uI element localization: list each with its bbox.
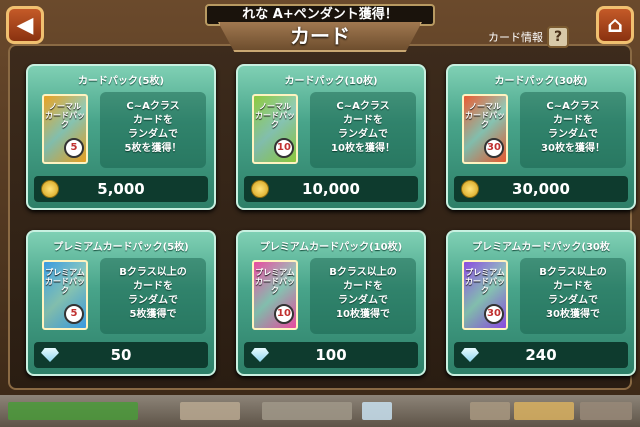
pack-count-badge: 30	[484, 304, 504, 324]
card-pack-item[interactable]: カードパック(30枚) ノーマル カードパック 30 C~Aクラス カードを ラ…	[446, 64, 636, 210]
price-value: 30,000	[512, 180, 570, 198]
buy-button[interactable]: 100	[244, 342, 418, 368]
card-pack-icon: ノーマル カードパック 5	[42, 94, 88, 164]
card-pack-name: プレミアムカードパック(5枚)	[53, 242, 189, 253]
card-pack-icon: ノーマル カードパック 10	[252, 94, 298, 164]
blurred-region	[362, 402, 392, 420]
pack-label: ノーマル カードパック	[45, 102, 85, 129]
back-button[interactable]: ◀	[6, 6, 44, 44]
card-pack-name: カードパック(10枚)	[284, 76, 378, 87]
card-pack-icon: プレミアム カードパック 10	[252, 260, 298, 330]
blurred-region	[580, 402, 632, 420]
card-info-button[interactable]: カード情報 ?	[488, 26, 569, 48]
blurred-region	[470, 402, 510, 420]
buy-button[interactable]: 50	[34, 342, 208, 368]
pack-count-badge: 10	[274, 138, 294, 158]
card-pack-name: プレミアムカードパック(30枚	[472, 242, 610, 253]
price-value: 50	[110, 346, 132, 364]
gold-coin-icon	[251, 180, 269, 198]
back-arrow-icon: ◀	[16, 12, 34, 38]
card-pack-item[interactable]: カードパック(5枚) ノーマル カードパック 5 C~Aクラス カードを ランダ…	[26, 64, 216, 210]
card-pack-item[interactable]: プレミアムカードパック(10枚) プレミアム カードパック 10 Bクラス以上の…	[236, 230, 426, 376]
blurred-region	[514, 402, 574, 420]
price-value: 240	[525, 346, 557, 364]
blurred-region	[8, 402, 138, 420]
pack-label: ノーマル カードパック	[465, 102, 505, 129]
pack-count-badge: 5	[64, 304, 84, 324]
card-pack-item[interactable]: プレミアムカードパック(5枚) プレミアム カードパック 5 Bクラス以上の カ…	[26, 230, 216, 376]
card-pack-description: Bクラス以上の カードを ランダムで 10枚獲得で	[310, 258, 416, 334]
card-pack-icon: プレミアム カードパック 5	[42, 260, 88, 330]
card-pack-description: C~Aクラス カードを ランダムで 5枚を獲得！	[100, 92, 206, 168]
pack-label: プレミアム カードパック	[45, 268, 85, 295]
buy-button[interactable]: 30,000	[454, 176, 628, 202]
diamond-icon	[461, 348, 479, 362]
diamond-icon	[41, 348, 59, 362]
card-pack-name: プレミアムカードパック(10枚)	[259, 242, 403, 253]
price-value: 10,000	[302, 180, 360, 198]
buy-button[interactable]: 5,000	[34, 176, 208, 202]
pack-label: ノーマル カードパック	[255, 102, 295, 129]
gold-coin-icon	[41, 180, 59, 198]
home-icon: ⌂	[607, 12, 623, 38]
card-pack-description: C~Aクラス カードを ランダムで 30枚を獲得！	[520, 92, 626, 168]
card-pack-description: C~Aクラス カードを ランダムで 10枚を獲得！	[310, 92, 416, 168]
blurred-region	[262, 402, 352, 420]
pack-count-badge: 5	[64, 138, 84, 158]
pack-count-badge: 30	[484, 138, 504, 158]
buy-button[interactable]: 240	[454, 342, 628, 368]
pack-count-badge: 10	[274, 304, 294, 324]
price-value: 100	[315, 346, 347, 364]
blurred-region	[180, 402, 240, 420]
home-button[interactable]: ⌂	[596, 6, 634, 44]
card-pack-item[interactable]: カードパック(10枚) ノーマル カードパック 10 C~Aクラス カードを ラ…	[236, 64, 426, 210]
card-pack-description: Bクラス以上の カードを ランダムで 30枚獲得で	[520, 258, 626, 334]
price-value: 5,000	[97, 180, 145, 198]
card-pack-icon: プレミアム カードパック 30	[462, 260, 508, 330]
buy-button[interactable]: 10,000	[244, 176, 418, 202]
pack-label: プレミアム カードパック	[465, 268, 505, 295]
card-pack-item[interactable]: プレミアムカードパック(30枚 プレミアム カードパック 30 Bクラス以上の …	[446, 230, 636, 376]
card-info-label: カード情報	[488, 31, 543, 44]
card-pack-icon: ノーマル カードパック 30	[462, 94, 508, 164]
question-icon: ?	[547, 26, 569, 48]
card-pack-name: カードパック(30枚)	[494, 76, 588, 87]
card-pack-description: Bクラス以上の カードを ランダムで 5枚獲得で	[100, 258, 206, 334]
page-title: カード	[218, 22, 422, 52]
card-pack-name: カードパック(5枚)	[77, 76, 165, 87]
gold-coin-icon	[461, 180, 479, 198]
diamond-icon	[251, 348, 269, 362]
pack-label: プレミアム カードパック	[255, 268, 295, 295]
